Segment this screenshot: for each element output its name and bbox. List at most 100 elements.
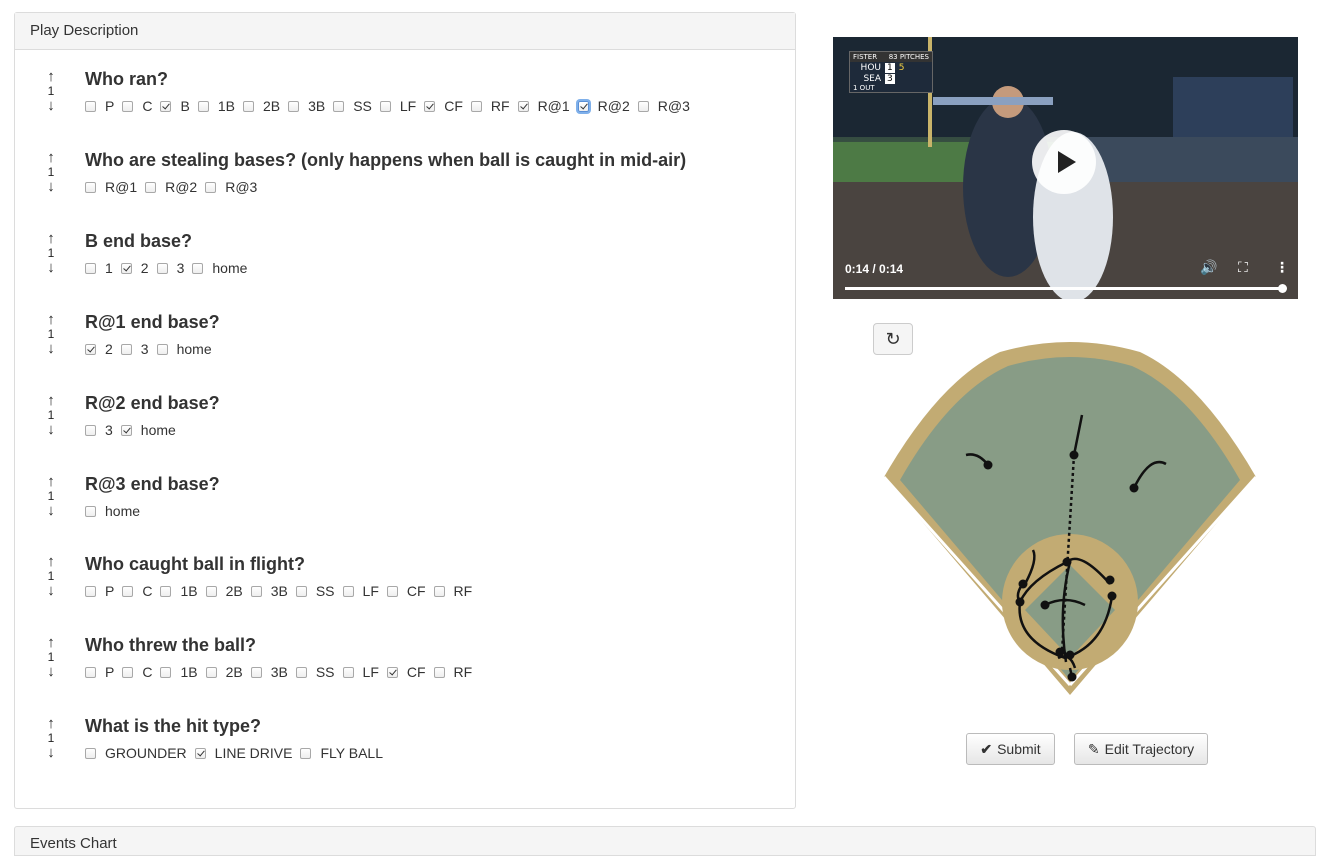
move-up-icon[interactable]: ↑ — [42, 554, 60, 569]
move-down-icon[interactable]: ↓ — [42, 422, 60, 437]
option-item[interactable]: C — [122, 583, 152, 599]
option-item[interactable]: SS — [333, 98, 372, 114]
option-checkbox[interactable] — [120, 424, 132, 436]
option-checkbox[interactable] — [295, 585, 307, 597]
baseball-field-diagram[interactable] — [880, 340, 1260, 700]
option-checkbox[interactable] — [577, 100, 589, 112]
option-checkbox[interactable] — [295, 666, 307, 678]
option-item[interactable]: 3B — [250, 664, 288, 680]
option-item[interactable]: 3 — [120, 341, 149, 357]
option-checkbox[interactable] — [300, 747, 312, 759]
option-item[interactable]: 2B — [242, 98, 280, 114]
option-item[interactable]: FLY BALL — [300, 745, 383, 761]
option-checkbox[interactable] — [250, 585, 262, 597]
option-checkbox[interactable] — [379, 100, 391, 112]
option-checkbox[interactable] — [85, 666, 96, 678]
option-item[interactable]: RF — [470, 98, 510, 114]
option-item[interactable]: CF — [386, 583, 426, 599]
option-item[interactable]: 3B — [288, 98, 325, 114]
option-checkbox[interactable] — [85, 505, 96, 517]
edit-trajectory-button[interactable]: ✎ Edit Trajectory — [1074, 733, 1208, 765]
option-checkbox[interactable] — [160, 585, 172, 597]
move-up-icon[interactable]: ↑ — [42, 474, 60, 489]
more-options-icon[interactable]: ⋮ — [1275, 259, 1289, 276]
option-item[interactable]: 2 — [120, 260, 149, 276]
option-checkbox[interactable] — [470, 100, 482, 112]
move-down-icon[interactable]: ↓ — [42, 664, 60, 679]
option-item[interactable]: R@1 — [517, 98, 570, 114]
move-up-icon[interactable]: ↑ — [42, 635, 60, 650]
option-item[interactable]: RF — [433, 583, 472, 599]
move-up-icon[interactable]: ↑ — [42, 393, 60, 408]
option-item[interactable]: 3B — [250, 583, 288, 599]
option-item[interactable]: 1B — [160, 664, 198, 680]
option-checkbox[interactable] — [433, 585, 445, 597]
move-down-icon[interactable]: ↓ — [42, 745, 60, 760]
option-item[interactable]: home — [156, 341, 212, 357]
option-checkbox[interactable] — [342, 585, 354, 597]
option-checkbox[interactable] — [85, 747, 96, 759]
option-item[interactable]: GROUNDER — [85, 745, 187, 761]
option-item[interactable]: home — [85, 503, 140, 519]
option-checkbox[interactable] — [156, 343, 168, 355]
option-checkbox[interactable] — [120, 262, 132, 274]
option-checkbox[interactable] — [433, 666, 445, 678]
option-item[interactable]: CF — [424, 98, 463, 114]
option-item[interactable]: 1B — [160, 583, 198, 599]
move-down-icon[interactable]: ↓ — [42, 260, 60, 275]
move-up-icon[interactable]: ↑ — [42, 716, 60, 731]
move-up-icon[interactable]: ↑ — [42, 231, 60, 246]
option-item[interactable]: R@2 — [145, 179, 197, 195]
play-icon[interactable] — [1032, 130, 1096, 194]
option-checkbox[interactable] — [205, 585, 217, 597]
video-progress-bar[interactable] — [845, 284, 1287, 293]
option-item[interactable]: LF — [342, 664, 379, 680]
option-checkbox[interactable] — [194, 747, 206, 759]
option-checkbox[interactable] — [85, 424, 96, 436]
volume-icon[interactable]: 🔊 — [1200, 259, 1217, 276]
option-item[interactable]: LF — [342, 583, 379, 599]
move-down-icon[interactable]: ↓ — [42, 179, 60, 194]
option-item[interactable]: LF — [379, 98, 416, 114]
option-checkbox[interactable] — [386, 585, 398, 597]
option-checkbox[interactable] — [288, 100, 300, 112]
option-checkbox[interactable] — [386, 666, 398, 678]
option-checkbox[interactable] — [342, 666, 354, 678]
option-item[interactable]: 2B — [205, 664, 243, 680]
option-item[interactable]: R@3 — [205, 179, 257, 195]
option-checkbox[interactable] — [85, 585, 96, 597]
option-checkbox[interactable] — [192, 262, 204, 274]
option-item[interactable]: 1B — [197, 98, 235, 114]
option-item[interactable]: 1 — [85, 260, 113, 276]
option-checkbox[interactable] — [160, 100, 172, 112]
option-checkbox[interactable] — [85, 262, 96, 274]
option-checkbox[interactable] — [160, 666, 172, 678]
option-checkbox[interactable] — [424, 100, 436, 112]
option-item[interactable]: P — [85, 664, 114, 680]
option-checkbox[interactable] — [120, 343, 132, 355]
submit-button[interactable]: ✔ Submit — [966, 733, 1055, 765]
move-down-icon[interactable]: ↓ — [42, 341, 60, 356]
move-down-icon[interactable]: ↓ — [42, 583, 60, 598]
option-item[interactable]: LINE DRIVE — [194, 745, 292, 761]
option-checkbox[interactable] — [85, 181, 96, 193]
option-item[interactable]: 2 — [85, 341, 113, 357]
video-player[interactable]: FISTER 83 PITCHES HOU 1 5 SEA 3 1 OUT 0:… — [833, 37, 1298, 299]
option-item[interactable]: R@3 — [637, 98, 690, 114]
fullscreen-icon[interactable]: ⛶ — [1238, 259, 1248, 276]
move-down-icon[interactable]: ↓ — [42, 98, 60, 113]
option-checkbox[interactable] — [205, 666, 217, 678]
option-checkbox[interactable] — [122, 585, 134, 597]
option-checkbox[interactable] — [333, 100, 345, 112]
option-item[interactable]: 3 — [156, 260, 184, 276]
option-item[interactable]: C — [122, 664, 152, 680]
move-up-icon[interactable]: ↑ — [42, 150, 60, 165]
move-up-icon[interactable]: ↑ — [42, 312, 60, 327]
option-item[interactable]: C — [122, 98, 152, 114]
move-down-icon[interactable]: ↓ — [42, 503, 60, 518]
option-checkbox[interactable] — [250, 666, 262, 678]
option-item[interactable]: CF — [386, 664, 426, 680]
option-checkbox[interactable] — [85, 100, 96, 112]
option-checkbox[interactable] — [122, 100, 134, 112]
option-checkbox[interactable] — [122, 666, 134, 678]
